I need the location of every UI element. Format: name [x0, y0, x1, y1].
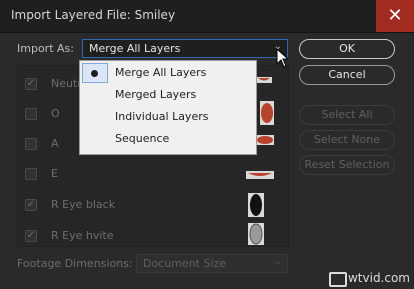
layer-name: O	[51, 107, 60, 120]
import-as-select[interactable]: Merge All Layers ⌄	[82, 39, 288, 58]
radio-dot-icon	[91, 70, 98, 77]
layer-checkbox[interactable]: ✓	[25, 199, 37, 211]
footage-dimensions-select[interactable]: Document Size ⌄	[136, 254, 288, 273]
layer-row[interactable]: ✓ R Eye hvite	[18, 221, 288, 246]
layer-name: R Eye black	[51, 198, 116, 211]
watermark-text: wtvid.com	[347, 271, 410, 285]
layer-checkbox[interactable]: ✓	[25, 230, 37, 242]
footage-dimensions-label: Footage Dimensions:	[17, 257, 133, 270]
import-as-label: Import As:	[17, 42, 74, 55]
menu-item-merged-layers[interactable]: Merged Layers	[115, 85, 196, 105]
watermark: wtvid.com	[328, 271, 410, 287]
menu-item-individual-layers[interactable]: Individual Layers	[115, 107, 208, 127]
cancel-button[interactable]: Cancel	[299, 65, 395, 85]
mouth-thumbnail-icon	[256, 77, 272, 83]
layer-row[interactable]: ✓ R Eye black	[18, 190, 288, 220]
mouse-cursor-icon	[276, 48, 290, 68]
footage-dimensions-value: Document Size	[143, 257, 227, 270]
layer-name: Neutr	[51, 77, 82, 90]
layer-checkbox[interactable]	[25, 168, 37, 180]
dialog-title: Import Layered File: Smiley	[11, 8, 176, 22]
close-button[interactable]: ✕	[376, 0, 414, 32]
import-as-dropdown-menu: Merge All Layers Merged Layers Individua…	[79, 60, 257, 155]
mouth-thumbnail-icon	[256, 135, 274, 145]
import-as-value: Merge All Layers	[89, 42, 181, 55]
menu-item-merge-all-layers[interactable]: Merge All Layers	[115, 63, 206, 83]
reset-selection-button[interactable]: Reset Selection	[299, 155, 395, 175]
selected-option-marker	[82, 63, 108, 83]
ok-button[interactable]: OK	[299, 39, 395, 59]
layer-name: A	[51, 137, 59, 150]
select-all-button[interactable]: Select All	[299, 105, 395, 125]
layer-name: R Eye hvite	[51, 229, 114, 242]
eye-thumbnail-icon	[248, 223, 264, 245]
select-none-button[interactable]: Select None	[299, 130, 395, 150]
close-icon: ✕	[387, 5, 403, 26]
menu-item-sequence[interactable]: Sequence	[115, 129, 169, 149]
chevron-down-icon: ⌄	[273, 256, 282, 267]
mouth-thumbnail-icon	[246, 171, 274, 179]
layer-name: E	[51, 167, 58, 180]
layer-checkbox[interactable]	[25, 108, 37, 120]
layer-checkbox[interactable]: ✓	[25, 78, 37, 90]
layer-row[interactable]: E	[18, 159, 288, 189]
eye-thumbnail-icon	[248, 193, 264, 217]
title-bar: Import Layered File: Smiley ✕	[0, 0, 414, 33]
layer-checkbox[interactable]	[25, 138, 37, 150]
watermark-logo-icon	[328, 272, 347, 287]
mouth-thumbnail-icon	[260, 101, 274, 125]
